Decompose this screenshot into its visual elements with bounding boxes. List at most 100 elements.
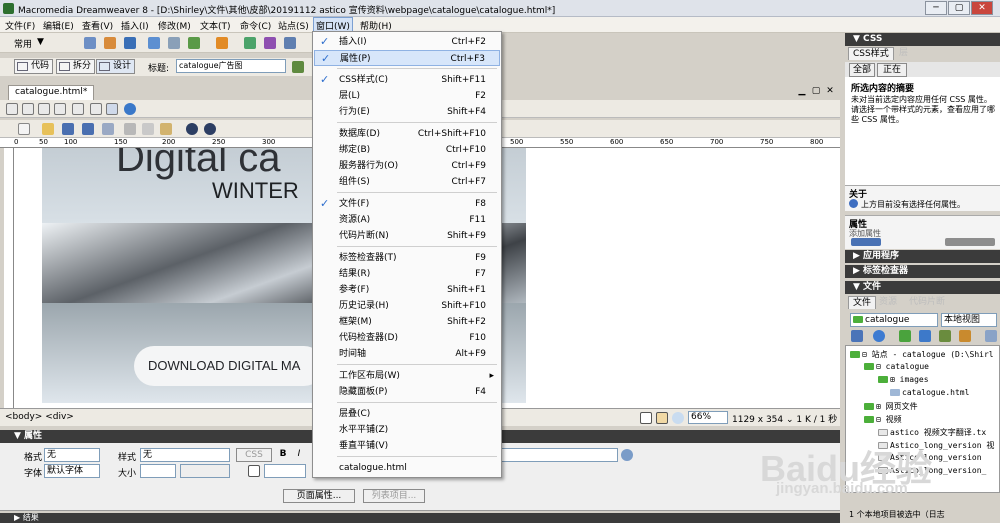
window-menu-item[interactable]: 结果(R) F7: [314, 266, 500, 282]
view-select[interactable]: 本地视图: [941, 313, 997, 327]
window-menu-item[interactable]: ✓ 文件(F) F8: [314, 196, 500, 212]
globe-icon[interactable]: [124, 103, 136, 115]
size-select[interactable]: [140, 464, 176, 478]
link-target-select[interactable]: [500, 448, 618, 462]
code-view-icon[interactable]: [6, 103, 18, 115]
split-view-icon[interactable]: [22, 103, 34, 115]
hyperlink-icon[interactable]: [84, 37, 96, 49]
browser-check-icon[interactable]: [292, 61, 304, 73]
window-menu-item[interactable]: 资源(A) F11: [314, 212, 500, 228]
save-icon[interactable]: [62, 123, 74, 135]
window-menu-item[interactable]: 代码片断(N) Shift+F9: [314, 228, 500, 244]
save-all-icon[interactable]: [82, 123, 94, 135]
attribute-actions-icon[interactable]: [945, 238, 995, 246]
window-menu-item[interactable]: ✓ 属性(P) Ctrl+F3: [314, 50, 500, 66]
window-menu-item[interactable]: 代码检查器(D) F10: [314, 330, 500, 346]
doc-minimize-icon[interactable]: ▁: [796, 85, 808, 97]
point-to-file-icon[interactable]: [621, 449, 633, 461]
paste-icon[interactable]: [160, 123, 172, 135]
window-menu-item[interactable]: ✓ CSS样式(C) Shift+F11: [314, 72, 500, 88]
tree-item-catalogue-html[interactable]: catalogue.html: [890, 388, 969, 397]
window-menu-item[interactable]: ✓ 插入(I) Ctrl+F2: [314, 34, 500, 50]
menu-file[interactable]: 文件(F): [5, 19, 35, 32]
layout-icon[interactable]: [54, 103, 66, 115]
menu-text[interactable]: 文本(T): [200, 19, 231, 32]
design-view-icon[interactable]: [38, 103, 50, 115]
window-menu-item[interactable]: 框架(M) Shift+F2: [314, 314, 500, 330]
menu-edit[interactable]: 编辑(E): [43, 19, 74, 32]
menu-view[interactable]: 查看(V): [82, 19, 113, 32]
tab-snippets[interactable]: 代码片断: [905, 296, 949, 309]
frames-icon[interactable]: [72, 103, 84, 115]
menu-window[interactable]: 窗口(W): [313, 17, 353, 32]
italic-button[interactable]: I: [292, 448, 306, 462]
css-current-button[interactable]: 正在: [877, 63, 907, 77]
tab-assets[interactable]: 资源: [875, 296, 901, 309]
close-button[interactable]: ✕: [971, 1, 993, 15]
email-link-icon[interactable]: [104, 37, 116, 49]
window-menu-item[interactable]: 组件(S) Ctrl+F7: [314, 174, 500, 190]
zoom-tool-icon[interactable]: [672, 412, 684, 424]
check-in-icon[interactable]: [959, 330, 971, 342]
window-menu-item[interactable]: 层叠(C): [314, 406, 500, 422]
media-icon[interactable]: [216, 37, 228, 49]
code-view-button[interactable]: 代码: [14, 59, 54, 74]
new-file-icon[interactable]: [18, 123, 30, 135]
window-menu-item[interactable]: 水平平铺(Z): [314, 422, 500, 438]
window-menu-item[interactable]: 工作区布局(W) ▸: [314, 368, 500, 384]
image-icon[interactable]: [188, 37, 200, 49]
menu-modify[interactable]: 修改(M): [158, 19, 191, 32]
page-properties-button[interactable]: 页面属性...: [283, 489, 355, 503]
window-menu-item[interactable]: 行为(E) Shift+F4: [314, 104, 500, 120]
style-select[interactable]: 无: [140, 448, 230, 462]
zoom-select[interactable]: 66%: [688, 411, 728, 424]
maximize-button[interactable]: ▢: [948, 1, 970, 15]
check-out-icon[interactable]: [939, 330, 951, 342]
cut-icon[interactable]: [124, 123, 136, 135]
css-button[interactable]: CSS: [236, 448, 272, 462]
menu-site[interactable]: 站点(S): [278, 19, 309, 32]
color-input[interactable]: [264, 464, 306, 478]
list-item-button[interactable]: 列表项目...: [363, 489, 425, 503]
window-menu-item[interactable]: 绑定(B) Ctrl+F10: [314, 142, 500, 158]
tree-item-catalogue[interactable]: ⊟ catalogue: [864, 362, 929, 371]
sort-icon[interactable]: [851, 238, 881, 246]
css-all-button[interactable]: 全部: [849, 63, 875, 77]
menu-insert[interactable]: 插入(I): [121, 19, 149, 32]
insert-category[interactable]: 常用: [14, 37, 32, 50]
format-select[interactable]: 无: [44, 448, 100, 462]
print-icon[interactable]: [102, 123, 114, 135]
redo-icon[interactable]: [204, 123, 216, 135]
window-menu-item[interactable]: 服务器行为(O) Ctrl+F9: [314, 158, 500, 174]
size-unit-select[interactable]: [180, 464, 230, 478]
site-select[interactable]: catalogue: [850, 313, 938, 327]
tab-layers[interactable]: 层: [895, 47, 912, 60]
doc-close-icon[interactable]: ✕: [824, 85, 836, 97]
minimize-button[interactable]: ─: [925, 1, 947, 15]
css-panel-header[interactable]: ▼ CSS: [845, 33, 1000, 46]
color-swatch-icon[interactable]: [248, 465, 260, 477]
tab-files[interactable]: 文件: [848, 296, 877, 309]
window-menu-item[interactable]: catalogue.html: [314, 460, 500, 476]
window-menu-item[interactable]: 数据库(D) Ctrl+Shift+F10: [314, 126, 500, 142]
chevron-down-icon[interactable]: ▼: [37, 37, 44, 47]
tree-item-site[interactable]: ⊟ 站点 - catalogue (D:\Shirl: [850, 349, 994, 360]
tree-item-images[interactable]: ⊞ images: [878, 375, 929, 384]
copy-icon[interactable]: [142, 123, 154, 135]
window-menu-item[interactable]: 时间轴 Alt+F9: [314, 346, 500, 362]
named-anchor-icon[interactable]: [124, 37, 136, 49]
files-panel-header[interactable]: ▼ 文件: [845, 281, 1000, 294]
expand-icon[interactable]: [985, 330, 997, 342]
menu-commands[interactable]: 命令(C): [240, 19, 271, 32]
application-panel-header[interactable]: ▶ 应用程序: [845, 250, 1000, 263]
refresh-icon[interactable]: [873, 330, 885, 342]
window-menu-item[interactable]: 历史记录(H) Shift+F10: [314, 298, 500, 314]
design-view-button[interactable]: 设计: [96, 59, 136, 74]
tables-icon[interactable]: [106, 103, 118, 115]
visual-aids-icon[interactable]: [90, 103, 102, 115]
tab-catalogue-html[interactable]: catalogue.html*: [8, 85, 95, 100]
window-menu-item[interactable]: 参考(F) Shift+F1: [314, 282, 500, 298]
tag-selector[interactable]: <body> <div>: [5, 412, 74, 422]
layer-icon[interactable]: [168, 37, 180, 49]
split-view-button[interactable]: 拆分: [56, 59, 96, 74]
